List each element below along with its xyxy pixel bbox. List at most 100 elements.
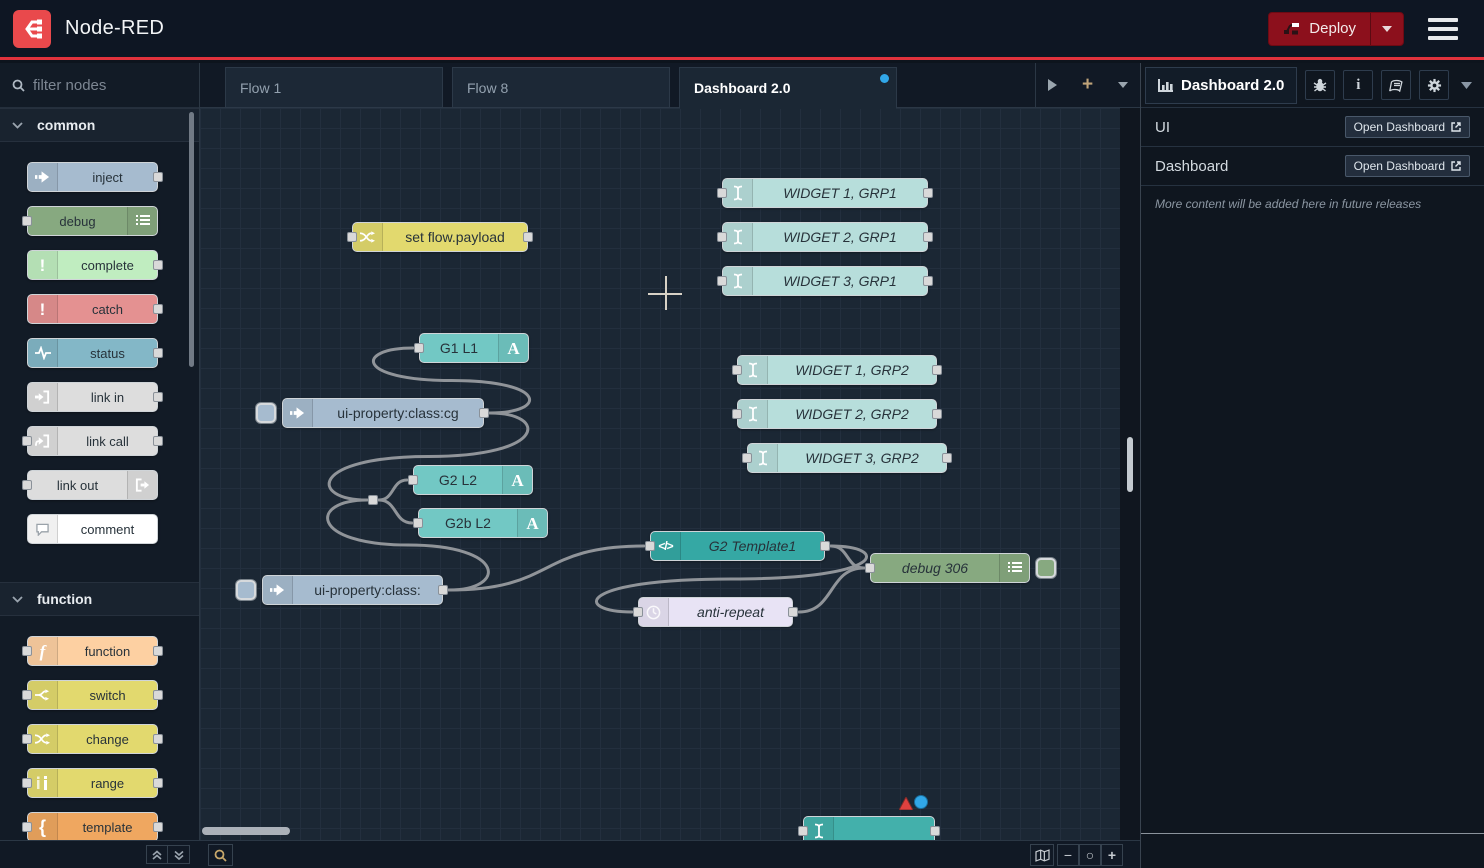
input-port[interactable] [22,480,32,490]
help-button[interactable] [1381,70,1411,100]
zoom-in-button[interactable]: + [1101,844,1123,866]
wire-junction[interactable] [368,495,378,505]
output-port[interactable] [153,172,163,182]
flow-node-bottomnode[interactable] [803,816,935,840]
output-port[interactable] [438,585,448,595]
flow-node-w1g2[interactable]: WIDGET 1, GRP2 [737,355,937,385]
palette-node-comment[interactable]: comment [27,514,158,544]
sidebar-tab-dashboard[interactable]: Dashboard 2.0 [1145,67,1297,104]
next-tab-button[interactable] [1048,79,1057,91]
canvas-horizontal-scroll-thumb[interactable] [202,827,290,835]
input-port[interactable] [408,475,418,485]
output-port[interactable] [923,276,933,286]
flow-node-w2g2[interactable]: WIDGET 2, GRP2 [737,399,937,429]
flow-tab-Dashboard-2.0[interactable]: Dashboard 2.0 [679,67,897,109]
output-port[interactable] [942,453,952,463]
wire[interactable] [379,480,407,500]
zoom-out-button[interactable]: − [1057,844,1079,866]
palette-node-template[interactable]: {template [27,812,158,840]
palette-node-catch[interactable]: !catch [27,294,158,324]
output-port[interactable] [820,541,830,551]
flow-node-w2g1[interactable]: WIDGET 2, GRP1 [722,222,928,252]
input-port[interactable] [865,563,875,573]
open-dashboard-button[interactable]: Open Dashboard [1345,155,1470,177]
palette-node-function[interactable]: ffunction [27,636,158,666]
flow-node-w1g1[interactable]: WIDGET 1, GRP1 [722,178,928,208]
output-port[interactable] [153,436,163,446]
input-port[interactable] [413,518,423,528]
palette-node-inject[interactable]: inject [27,162,158,192]
palette-node-debug[interactable]: debug [27,206,158,236]
output-port[interactable] [932,409,942,419]
flow-tab-Flow-1[interactable]: Flow 1 [225,67,443,108]
flow-node-debug306[interactable]: debug 306 [870,553,1030,583]
input-port[interactable] [22,690,32,700]
flow-node-inject1[interactable]: ui-property:class:cg [282,398,484,428]
palette-node-switch[interactable]: switch [27,680,158,710]
output-port[interactable] [153,260,163,270]
output-port[interactable] [930,826,940,836]
input-port[interactable] [414,343,424,353]
inject-button[interactable] [256,403,276,423]
output-port[interactable] [153,348,163,358]
palette-node-link-in[interactable]: link in [27,382,158,412]
info-button[interactable]: i [1343,70,1373,100]
output-port[interactable] [923,232,933,242]
input-port[interactable] [22,646,32,656]
input-port[interactable] [22,436,32,446]
palette-scrollbar[interactable] [189,112,194,367]
palette-search[interactable] [0,63,199,108]
navigator-button[interactable] [1030,844,1054,866]
tab-list-button[interactable] [1118,82,1128,88]
expand-categories-button[interactable] [168,845,190,864]
output-port[interactable] [153,646,163,656]
input-port[interactable] [22,216,32,226]
deploy-button[interactable]: Deploy [1268,12,1404,46]
flow-node-w3g2[interactable]: WIDGET 3, GRP2 [747,443,947,473]
input-port[interactable] [732,409,742,419]
input-port[interactable] [347,232,357,242]
output-port[interactable] [153,734,163,744]
input-port[interactable] [717,276,727,286]
flow-node-g1l1[interactable]: AG1 L1 [419,333,529,363]
flow-node-g2l2[interactable]: AG2 L2 [413,465,533,495]
palette-node-link-out[interactable]: link out [27,470,158,500]
debug-toggle-button[interactable] [1036,558,1056,578]
filter-nodes-input[interactable] [33,77,173,94]
input-port[interactable] [22,822,32,832]
deploy-options-caret[interactable] [1370,13,1403,45]
main-menu-button[interactable] [1428,18,1458,40]
category-header-common[interactable]: common [0,108,199,142]
palette-node-range[interactable]: range [27,768,158,798]
output-port[interactable] [153,304,163,314]
input-port[interactable] [717,232,727,242]
search-flows-button[interactable] [208,844,233,866]
add-flow-button[interactable]: + [1082,74,1093,96]
palette-node-change[interactable]: change [27,724,158,754]
inject-button[interactable] [236,580,256,600]
zoom-reset-button[interactable]: ○ [1079,844,1101,866]
wire[interactable] [379,500,412,523]
palette-node-link-call[interactable]: link call [27,426,158,456]
flow-node-g2bl2[interactable]: AG2b L2 [418,508,548,538]
output-port[interactable] [923,188,933,198]
category-header-function[interactable]: function [0,582,199,616]
open-dashboard-button[interactable]: Open Dashboard [1345,116,1470,138]
input-port[interactable] [645,541,655,551]
canvas-vertical-scroll-track[interactable] [1120,108,1140,840]
input-port[interactable] [717,188,727,198]
output-port[interactable] [153,392,163,402]
flow-node-antirepeat[interactable]: anti-repeat [638,597,793,627]
flow-canvas[interactable]: set flow.payloadWIDGET 1, GRP1WIDGET 2, … [200,108,1120,840]
palette-node-status[interactable]: status [27,338,158,368]
sidebar-collapse-caret[interactable] [1461,82,1472,89]
collapse-categories-button[interactable] [146,845,168,864]
output-port[interactable] [153,822,163,832]
palette-node-complete[interactable]: !complete [27,250,158,280]
output-port[interactable] [479,408,489,418]
flow-node-inject2[interactable]: ui-property:class: [262,575,443,605]
flow-tab-Flow-8[interactable]: Flow 8 [452,67,670,108]
output-port[interactable] [932,365,942,375]
output-port[interactable] [153,778,163,788]
config-nodes-button[interactable] [1419,70,1449,100]
